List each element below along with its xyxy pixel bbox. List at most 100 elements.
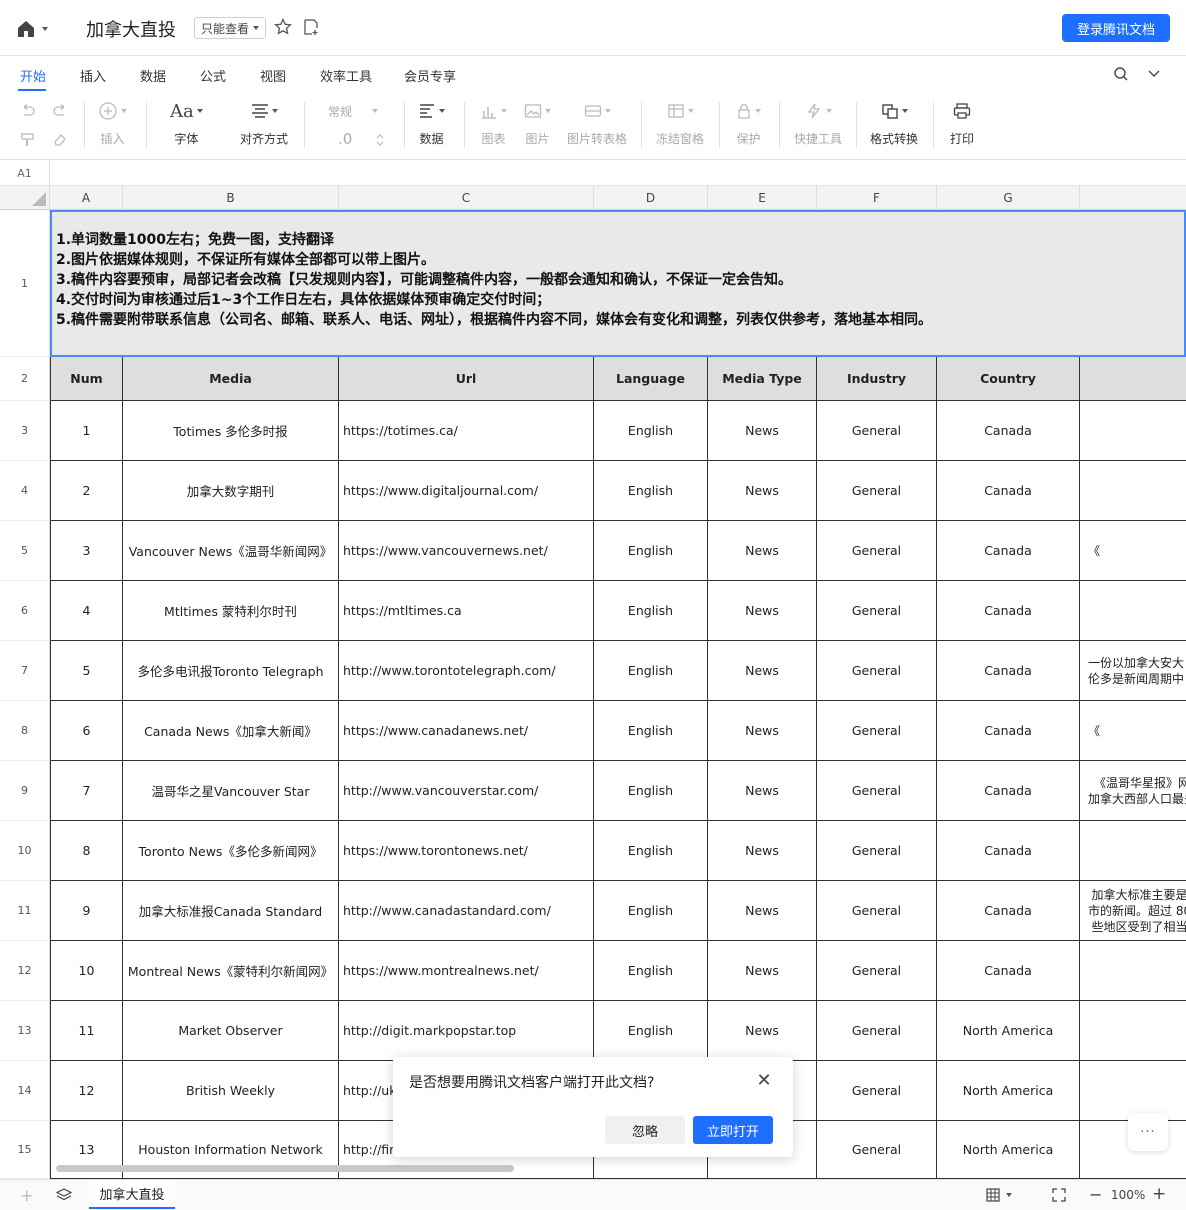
url-cell[interactable]: https://www.torontonews.net/	[339, 821, 594, 881]
url-cell[interactable]: https://www.digitaljournal.com/	[339, 461, 594, 521]
number-format-select[interactable]: 常规	[316, 100, 388, 122]
language-cell[interactable]: English	[594, 461, 708, 521]
row-header[interactable]: 15	[0, 1121, 50, 1179]
media-type-cell[interactable]: News	[708, 821, 817, 881]
country-cell[interactable]: Canada	[937, 461, 1080, 521]
language-cell[interactable]: English	[594, 641, 708, 701]
image-to-table-button[interactable]: 图片转表格	[567, 98, 627, 154]
tab-data[interactable]: 数据	[140, 66, 166, 85]
media-type-cell[interactable]: News	[708, 701, 817, 761]
url-cell[interactable]: http://www.canadastandard.com/	[339, 881, 594, 941]
description-cell[interactable]: 一份以加拿大安大 伦多是新闻周期中	[1080, 641, 1186, 701]
document-title[interactable]: 加拿大直投	[86, 16, 176, 42]
header-cell-num[interactable]: Num	[51, 357, 123, 401]
tab-view[interactable]: 视图	[260, 66, 286, 85]
country-cell[interactable]: Canada	[937, 941, 1080, 1001]
redo-icon[interactable]	[52, 104, 68, 118]
column-header[interactable]: B	[123, 186, 339, 210]
fullscreen-icon[interactable]	[1052, 1188, 1066, 1202]
url-cell[interactable]: https://www.montrealnews.net/	[339, 941, 594, 1001]
media-cell[interactable]: Toronto News《多伦多新闻网》	[123, 821, 339, 881]
tab-formula[interactable]: 公式	[200, 66, 226, 85]
column-header[interactable]: A	[50, 186, 123, 210]
clear-format-icon[interactable]	[52, 132, 68, 148]
header-cell-extra[interactable]	[1080, 357, 1186, 401]
open-now-button[interactable]: 立即打开	[693, 1116, 773, 1144]
protect-button[interactable]: 保护	[736, 98, 761, 154]
more-options-icon[interactable]: ···	[1128, 1113, 1168, 1151]
media-type-cell[interactable]: News	[708, 761, 817, 821]
media-type-cell[interactable]: News	[708, 1001, 817, 1061]
header-cell-media[interactable]: Media	[123, 357, 339, 401]
decimal-stepper-icon[interactable]	[376, 132, 384, 148]
num-cell[interactable]: 4	[51, 581, 123, 641]
header-cell-language[interactable]: Language	[594, 357, 708, 401]
chart-button[interactable]: 图表	[480, 98, 507, 154]
header-cell-media-type[interactable]: Media Type	[708, 357, 817, 401]
format-painter-icon[interactable]	[20, 132, 36, 148]
language-cell[interactable]: English	[594, 401, 708, 461]
description-cell[interactable]: 《	[1080, 521, 1186, 581]
row-header[interactable]: 5	[0, 521, 50, 581]
language-cell[interactable]: English	[594, 941, 708, 1001]
insert-button[interactable]: 插入	[98, 98, 127, 154]
column-header[interactable]	[1080, 186, 1186, 210]
country-cell[interactable]: North America	[937, 1001, 1080, 1061]
header-cell-url[interactable]: Url	[339, 357, 594, 401]
add-sheet-icon[interactable]: +	[20, 1186, 33, 1205]
login-button[interactable]: 登录腾讯文档	[1062, 14, 1170, 42]
notes-cell[interactable]: 1.单词数量1000左右；免费一图，支持翻译 2.图片依据媒体规则，不保证所有媒…	[50, 210, 1186, 357]
country-cell[interactable]: North America	[937, 1061, 1080, 1121]
description-cell[interactable]	[1080, 581, 1186, 641]
media-type-cell[interactable]: News	[708, 461, 817, 521]
font-button[interactable]: Aa 字体	[170, 98, 203, 154]
row-header[interactable]: 2	[0, 357, 50, 401]
country-cell[interactable]: Canada	[937, 641, 1080, 701]
language-cell[interactable]: English	[594, 521, 708, 581]
header-cell-country[interactable]: Country	[937, 357, 1080, 401]
num-cell[interactable]: 11	[51, 1001, 123, 1061]
industry-cell[interactable]: General	[817, 401, 937, 461]
media-cell[interactable]: Market Observer	[123, 1001, 339, 1061]
url-cell[interactable]: https://totimes.ca/	[339, 401, 594, 461]
media-cell[interactable]: Montreal News《蒙特利尔新闻网》	[123, 941, 339, 1001]
description-cell[interactable]	[1080, 1001, 1186, 1061]
media-cell[interactable]: 温哥华之星Vancouver Star	[123, 761, 339, 821]
row-header[interactable]: 8	[0, 701, 50, 761]
view-mode-button[interactable]	[986, 1188, 1012, 1202]
media-type-cell[interactable]: News	[708, 521, 817, 581]
industry-cell[interactable]: General	[817, 701, 937, 761]
media-cell[interactable]: Canada News《加拿大新闻》	[123, 701, 339, 761]
row-header[interactable]: 11	[0, 881, 50, 941]
row-header[interactable]: 12	[0, 941, 50, 1001]
row-header[interactable]: 3	[0, 401, 50, 461]
cell-reference-box[interactable]: A1	[0, 160, 50, 186]
industry-cell[interactable]: General	[817, 761, 937, 821]
industry-cell[interactable]: General	[817, 821, 937, 881]
column-header[interactable]: C	[339, 186, 594, 210]
industry-cell[interactable]: General	[817, 461, 937, 521]
industry-cell[interactable]: General	[817, 521, 937, 581]
data-button[interactable]: 数据	[418, 98, 445, 154]
media-cell[interactable]: Mtltimes 蒙特利尔时刊	[123, 581, 339, 641]
star-icon[interactable]	[274, 18, 292, 36]
tab-insert[interactable]: 插入	[80, 66, 106, 85]
media-type-cell[interactable]: News	[708, 941, 817, 1001]
industry-cell[interactable]: General	[817, 1001, 937, 1061]
tab-start[interactable]: 开始	[20, 66, 46, 85]
industry-cell[interactable]: General	[817, 1121, 937, 1179]
industry-cell[interactable]: General	[817, 881, 937, 941]
industry-cell[interactable]: General	[817, 641, 937, 701]
num-cell[interactable]: 5	[51, 641, 123, 701]
country-cell[interactable]: North America	[937, 1121, 1080, 1179]
media-type-cell[interactable]: News	[708, 641, 817, 701]
home-button[interactable]	[16, 18, 56, 40]
media-type-cell[interactable]: News	[708, 401, 817, 461]
description-cell[interactable]	[1080, 821, 1186, 881]
url-cell[interactable]: https://www.canadanews.net/	[339, 701, 594, 761]
media-cell[interactable]: 多伦多电讯报Toronto Telegraph	[123, 641, 339, 701]
search-icon[interactable]	[1113, 66, 1129, 82]
row-header[interactable]: 7	[0, 641, 50, 701]
num-cell[interactable]: 1	[51, 401, 123, 461]
quick-tools-button[interactable]: 快捷工具	[794, 98, 842, 154]
